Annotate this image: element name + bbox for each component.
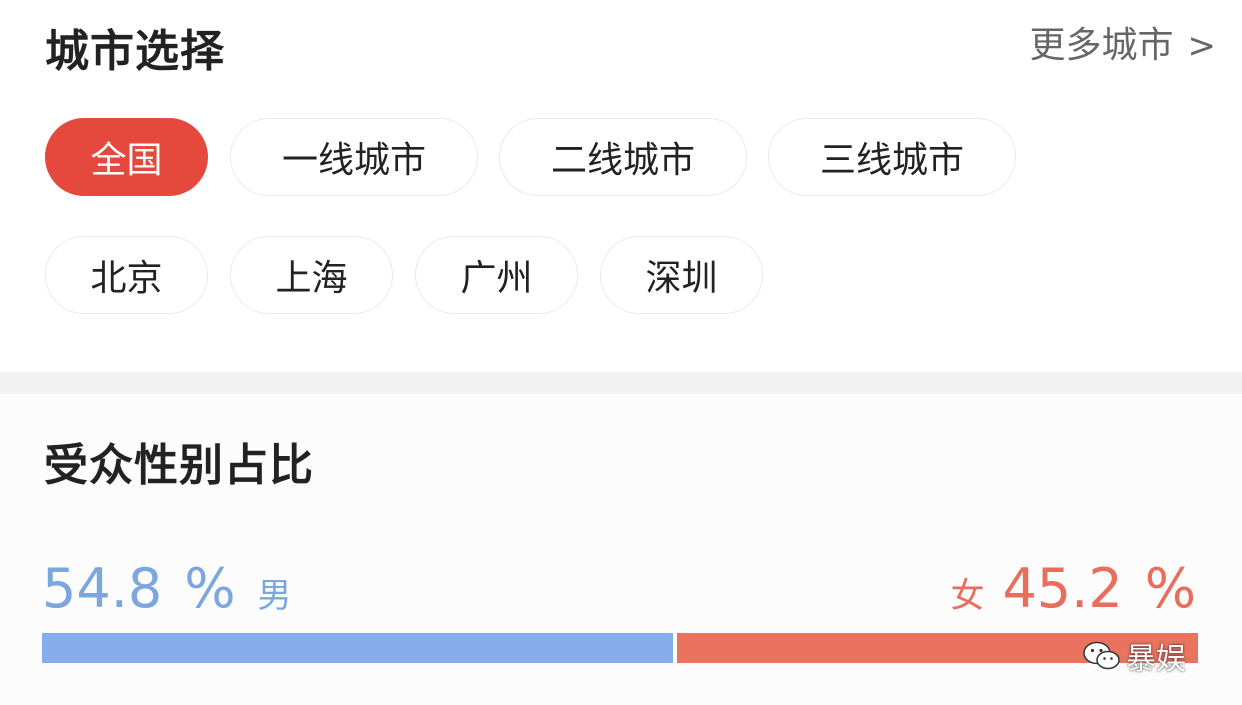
- male-label: 男: [257, 576, 292, 616]
- city-select-section: 城市选择 更多城市 > 全国 一线城市 二线城市 三线城市 北京 上海 广州 深…: [0, 0, 1242, 372]
- chevron-right-icon: >: [1187, 26, 1217, 66]
- section-divider: [0, 372, 1242, 394]
- male-percent-unit: %: [184, 557, 236, 620]
- wechat-icon: [1083, 641, 1120, 670]
- watermark-text: 暴娱: [1126, 642, 1186, 677]
- gender-ratio-title: 受众性别占比: [44, 440, 314, 491]
- chip-tier-2[interactable]: 二线城市: [499, 118, 747, 196]
- more-cities-label: 更多城市: [1029, 25, 1174, 66]
- more-cities-link[interactable]: 更多城市 >: [1029, 28, 1216, 64]
- chip-tier-3[interactable]: 三线城市: [768, 118, 1016, 196]
- female-percentage: 女 45.2 %: [950, 562, 1196, 616]
- female-label: 女: [950, 576, 985, 616]
- watermark: 暴娱: [1082, 634, 1186, 678]
- chip-city-shenzhen[interactable]: 深圳: [600, 236, 763, 314]
- female-percent-unit: %: [1144, 557, 1196, 620]
- female-percent-value: 45.2: [1002, 557, 1123, 620]
- male-bar-segment: [42, 633, 673, 663]
- chip-city-beijing[interactable]: 北京: [45, 236, 208, 314]
- gender-ratio-section: 受众性别占比 54.8 % 男 女 45.2 % 暴娱: [0, 394, 1242, 705]
- chip-city-shanghai[interactable]: 上海: [230, 236, 393, 314]
- city-select-title: 城市选择: [45, 26, 225, 77]
- gender-ratio-bar: [42, 633, 1198, 663]
- male-percent-value: 54.8: [42, 557, 163, 620]
- chip-tier-1[interactable]: 一线城市: [230, 118, 478, 196]
- male-percentage: 54.8 % 男: [42, 562, 292, 616]
- chip-city-guangzhou[interactable]: 广州: [415, 236, 578, 314]
- chip-all-country[interactable]: 全国: [45, 118, 208, 196]
